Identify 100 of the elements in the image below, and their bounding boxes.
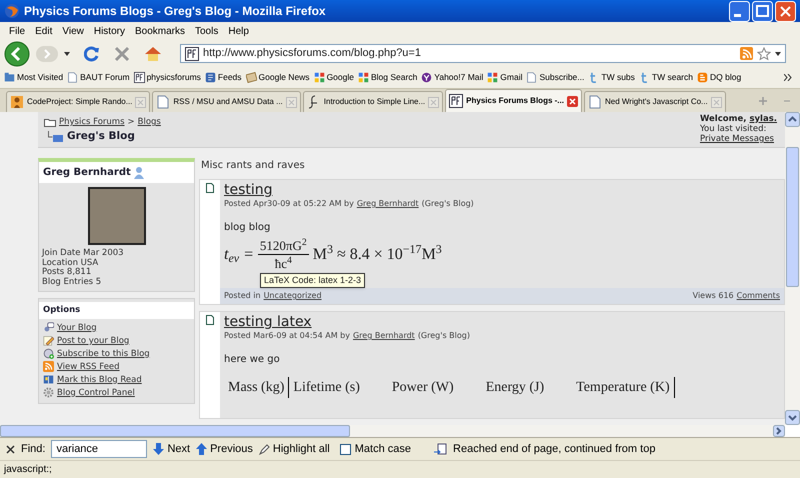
pencil-icon [43,335,54,346]
home-icon[interactable] [144,46,162,62]
folder-icon [44,117,56,128]
author-link[interactable]: Greg Bernhardt [352,330,415,342]
vertical-scrollbar[interactable] [785,112,800,425]
wrap-around-icon [433,443,448,455]
username-link[interactable]: sylas. [749,114,777,124]
bookmark-item[interactable]: Blog Search [358,71,418,84]
scrollbar-thumb[interactable] [0,425,350,437]
highlight-all-button[interactable]: Highlight all [258,440,330,458]
option-link[interactable]: View RSS Feed [57,360,120,373]
bookmark-item[interactable]: Gmail [487,71,522,84]
category-label: Posted in [224,290,261,302]
post-body: here we go [224,353,281,367]
gear-icon [43,387,54,398]
profile-detail: Posts 8,811 [41,268,92,278]
bookmark-item[interactable]: Feeds [204,71,242,84]
bookmark-item[interactable]: TW subs [588,71,635,84]
minimize-icon[interactable] [729,0,750,22]
profile-name: Greg Bernhardt [43,166,131,180]
pf-logo-icon [185,46,199,60]
welcome-label: Welcome, [700,114,746,124]
globe-icon [4,3,20,19]
browser-tab[interactable]: Physics Forums Blogs -... [445,89,582,112]
bookmark-item[interactable]: Google [314,71,354,84]
view-count: Views 616 [692,290,734,302]
profile-detail: Location USA [41,258,100,268]
category-link[interactable]: Uncategorized [264,290,322,302]
checkbox[interactable] [340,444,351,454]
previous-button[interactable]: Previous [196,440,253,458]
page-icon [67,72,78,83]
chevron-icon[interactable] [784,74,792,81]
profile-detail: Blog Entries 5 [41,278,102,287]
breadcrumb-link[interactable]: Blogs [138,116,161,129]
document-icon [206,315,214,325]
menu-item[interactable]: Help [223,24,254,38]
menu-item[interactable]: Tools [190,24,224,38]
feed-icon [204,72,216,83]
blog-name: (Greg's Blog) [418,330,470,342]
option-link[interactable]: Mark this Blog Read [57,374,142,386]
table-header-cell-text: Power (W) [390,379,455,397]
comments-link[interactable]: Comments [736,290,780,302]
bookmark-item[interactable]: DQ blog [697,71,742,84]
bookmark-item[interactable]: physicsforums [134,71,201,84]
browser-tab[interactable]: RSS / MSU and AMSU Data ... [152,91,301,112]
find-status-message: Reached end of page, continued from top [453,442,656,457]
reload-icon[interactable] [84,46,100,62]
browser-tab[interactable]: CodeProject: Simple Rando... [6,91,150,112]
blog-description: Misc rants and raves [200,159,306,173]
stop-icon[interactable] [114,46,130,62]
post-meta: Posted Apr30-09 at 05:22 AM by [224,198,354,210]
photo-placeholder [88,187,146,245]
bookmark-item[interactable]: Yahoo!7 Mail [421,71,484,84]
close-icon[interactable] [6,444,15,454]
down-arrow-icon [153,443,164,455]
page-title: Greg's Blog [67,128,135,144]
private-messages-link[interactable]: Private Messages [700,134,774,144]
profile-detail: Join Date Mar 2003 [40,249,125,258]
option-link[interactable]: Post to your Blog [57,334,130,347]
window-title: Physics Forums Blogs - Greg's Blog - Mozilla Firefox [24,3,327,20]
bookmark-item[interactable]: Google News [246,71,310,84]
menu-item[interactable]: History [88,24,130,38]
post-meta: Posted Mar6-09 at 04:54 AM by [224,330,350,342]
option-link[interactable]: Blog Control Panel [57,386,135,399]
browser-tab[interactable]: Introduction to Simple Line... [302,91,444,112]
maximize-icon[interactable] [752,0,773,22]
last-visited-text: You last visited: [700,124,766,134]
post-title-link[interactable]: testing [224,180,273,198]
post-title-link[interactable]: testing latex [224,312,312,330]
bookmark-item[interactable]: BAUT Forum [67,71,130,84]
breadcrumb-separator: > [128,116,135,129]
option-link[interactable]: Subscribe to this Blog [57,348,150,360]
find-field[interactable]: variance [51,440,148,458]
star-icon[interactable] [757,46,771,60]
new-tab-plus-icon[interactable] [756,94,770,108]
colored-squares-icon [314,72,325,83]
author-link[interactable]: Greg Bernhardt [356,198,419,210]
option-link[interactable]: Your Blog [57,322,97,334]
cartoon-figure-icon [10,95,24,109]
close-icon[interactable] [566,96,578,106]
bookmark-item[interactable]: Subscribe... [526,71,584,84]
find-label: Find: [21,442,46,457]
breadcrumb-link[interactable]: Physics Forums [59,116,125,129]
pf-logo-icon [134,72,145,83]
horizontal-scrollbar[interactable] [0,425,785,437]
menu-item[interactable]: Bookmarks [130,24,190,38]
scrollbar-thumb[interactable] [786,147,799,287]
menu-item[interactable]: Edit [30,24,58,38]
next-button[interactable]: Next [153,440,190,458]
bookmark-item[interactable]: TW search [638,71,693,84]
menu-item[interactable]: View [57,24,89,38]
browser-tab[interactable]: Ned Wright's Javascript Co... [584,91,726,112]
highlighter-icon [258,444,270,454]
menu-item[interactable]: File [4,24,30,38]
match-case-label: Match case [354,442,412,457]
bookmark-item[interactable]: Most Visited [4,71,64,84]
address-field[interactable]: http://www.physicsforums.com/blog.php?u=1 [180,44,786,63]
rss-icon[interactable] [740,47,753,60]
page-icon [156,95,170,109]
document-icon [206,183,214,193]
